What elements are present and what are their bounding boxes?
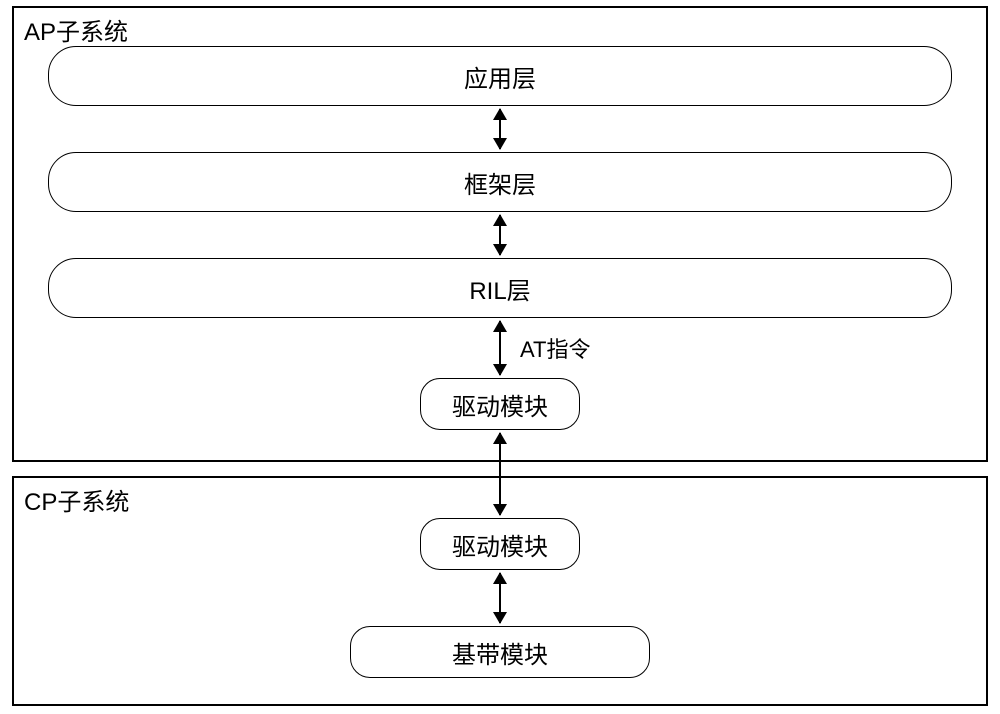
cp-driver-module: 驱动模块 (420, 518, 580, 570)
at-command-label: AT指令 (520, 332, 590, 364)
arrow-ril-driver (499, 321, 501, 375)
arrow-ap-cp-driver (499, 433, 501, 515)
baseband-module: 基带模块 (350, 626, 650, 678)
app-layer: 应用层 (48, 46, 952, 106)
framework-layer: 框架层 (48, 152, 952, 212)
arrow-driver-baseband (499, 573, 501, 623)
arrow-framework-ril (499, 215, 501, 255)
ap-driver-text: 驱动模块 (452, 387, 548, 422)
cp-subsystem-label: CP子系统 (24, 482, 129, 517)
app-layer-text: 应用层 (464, 59, 536, 94)
framework-layer-text: 框架层 (464, 165, 536, 200)
ril-layer: RIL层 (48, 258, 952, 318)
arrow-app-framework (499, 109, 501, 149)
ap-subsystem-label: AP子系统 (24, 12, 128, 47)
baseband-text: 基带模块 (452, 635, 548, 670)
ril-layer-text: RIL层 (469, 271, 530, 306)
diagram-canvas: AP子系统 应用层 框架层 RIL层 驱动模块 CP子系统 驱动模块 基带模块 … (0, 0, 1000, 714)
cp-driver-text: 驱动模块 (452, 527, 548, 562)
ap-driver-module: 驱动模块 (420, 378, 580, 430)
